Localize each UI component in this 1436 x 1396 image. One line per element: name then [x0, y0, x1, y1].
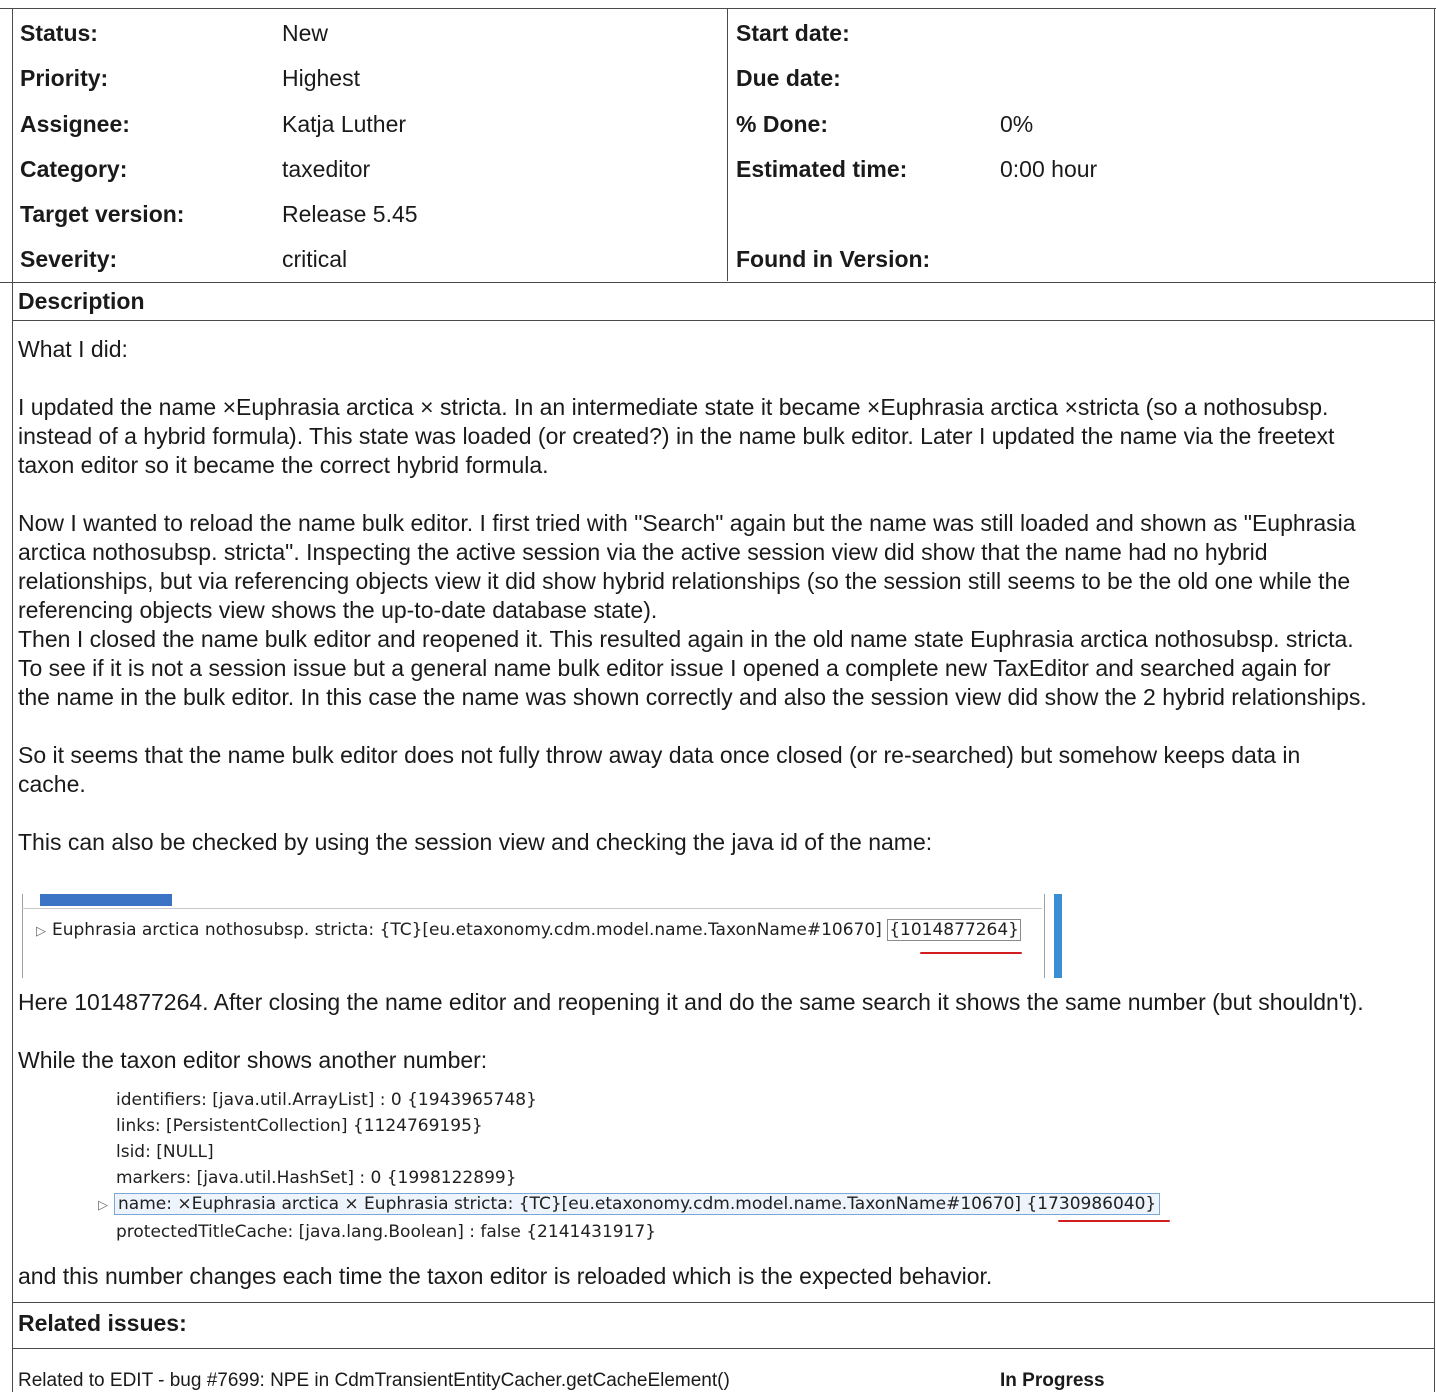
- estimated-time-value: 0:00 hour: [1000, 156, 1098, 182]
- text-line: I updated the name ×Euphrasia arctica × …: [18, 394, 1329, 420]
- target-version-label: Target version:: [20, 201, 185, 227]
- selected-tree-item: ▷ name: ×Euphrasia arctica × Euphrasia st…: [98, 1193, 1161, 1215]
- text-line: instead of a hybrid formula). This state…: [18, 423, 1335, 449]
- status-value: New: [282, 20, 329, 46]
- session-view-screenshot: ▷ Euphrasia arctica nothosubsp. stricta: …: [22, 894, 1063, 978]
- description-p8: and this number changes each time the ta…: [18, 1262, 1430, 1291]
- expand-triangle-icon: ▷: [36, 924, 46, 939]
- severity-value: critical: [282, 246, 348, 272]
- category-label: Category:: [20, 156, 128, 182]
- selected-item-text: name: ×Euphrasia arctica × Euphrasia str…: [114, 1193, 1161, 1215]
- priority-label: Priority:: [20, 65, 109, 91]
- related-divider: [12, 1348, 1435, 1349]
- java-id: {1014877264}: [887, 919, 1021, 941]
- description-p6: Here 1014877264. After closing the name …: [18, 988, 1430, 1017]
- text-line: So it seems that the name bulk editor do…: [18, 742, 1301, 768]
- description-p3: Now I wanted to reload the name bulk edi…: [18, 509, 1430, 712]
- text-line: referencing objects view shows the up-to…: [18, 597, 658, 623]
- tree-item: lsid: [NULL]: [116, 1142, 214, 1162]
- category-value: taxeditor: [282, 156, 371, 182]
- attributes-table: [0, 8, 1436, 283]
- assignee-value: Katja Luther: [282, 111, 407, 137]
- tree-item: markers: [java.util.HashSet] : 0 {199812…: [116, 1168, 517, 1188]
- assignee-label: Assignee:: [20, 111, 130, 137]
- text-line: This can also be checked by using the se…: [18, 829, 933, 855]
- target-version-value: Release 5.45: [282, 201, 418, 227]
- related-divider-top: [12, 1302, 1435, 1303]
- text-line: and this number changes each time the ta…: [18, 1263, 993, 1289]
- text-line: To see if it is not a session issue but …: [18, 655, 1331, 681]
- tree-item-text: Euphrasia arctica nothosubsp. stricta: {…: [52, 920, 888, 940]
- text-line: What I did:: [18, 336, 128, 362]
- start-date-label: Start date:: [736, 20, 850, 46]
- due-date-label: Due date:: [736, 65, 841, 91]
- issue-page: Status: New Priority: Highest Assignee: …: [0, 0, 1436, 1396]
- right-border: [1434, 8, 1435, 1392]
- text-line: the name in the bulk editor. In this cas…: [18, 684, 1367, 710]
- done-value: 0%: [1000, 111, 1034, 137]
- text-line: While the taxon editor shows another num…: [18, 1047, 488, 1073]
- session-tree-item: ▷ Euphrasia arctica nothosubsp. stricta: …: [36, 919, 1021, 941]
- description-p7: While the taxon editor shows another num…: [18, 1046, 1430, 1075]
- description-p5: This can also be checked by using the se…: [18, 828, 1430, 857]
- text-line: arctica nothosubsp. stricta". Inspecting…: [18, 539, 1268, 565]
- description-heading: Description: [18, 288, 145, 314]
- red-underline: [1058, 1220, 1170, 1222]
- severity-label: Severity:: [20, 246, 118, 272]
- left-border: [12, 8, 13, 1392]
- tree-item: protectedTitleCache: [java.lang.Boolean]…: [116, 1222, 657, 1242]
- estimated-time-label: Estimated time:: [736, 156, 908, 182]
- found-in-version-label: Found in Version:: [736, 246, 931, 272]
- text-line: Here 1014877264. After closing the name …: [18, 989, 1364, 1015]
- description-p2: I updated the name ×Euphrasia arctica × …: [18, 393, 1430, 480]
- status-label: Status:: [20, 20, 98, 46]
- text-line: relationships, but via referencing objec…: [18, 568, 1351, 594]
- tree-item: links: [PersistentCollection] {112476919…: [116, 1116, 483, 1136]
- red-underline: [920, 952, 1022, 954]
- filter-field: [22, 894, 1054, 912]
- related-issues-heading: Related issues:: [18, 1310, 187, 1336]
- taxon-editor-screenshot: identifiers: [java.util.ArrayList] : 0 {…: [98, 1090, 1188, 1250]
- description-p4: So it seems that the name bulk editor do…: [18, 741, 1430, 799]
- text-line: taxon editor so it became the correct hy…: [18, 452, 549, 478]
- text-line: Now I wanted to reload the name bulk edi…: [18, 510, 1356, 536]
- tree-item: identifiers: [java.util.ArrayList] : 0 {…: [116, 1090, 537, 1110]
- related-issue-status: In Progress: [1000, 1370, 1105, 1391]
- priority-value: Highest: [282, 65, 360, 91]
- text-line: Then I closed the name bulk editor and r…: [18, 626, 1354, 652]
- text-line: cache.: [18, 771, 86, 797]
- done-label: % Done:: [736, 111, 828, 137]
- expand-triangle-icon: ▷: [98, 1198, 108, 1213]
- description-divider: [12, 320, 1435, 321]
- column-divider: [727, 8, 728, 281]
- description-p1: What I did:: [18, 335, 1430, 364]
- related-issue-link[interactable]: Related to EDIT - bug #7699: NPE in CdmT…: [18, 1370, 730, 1392]
